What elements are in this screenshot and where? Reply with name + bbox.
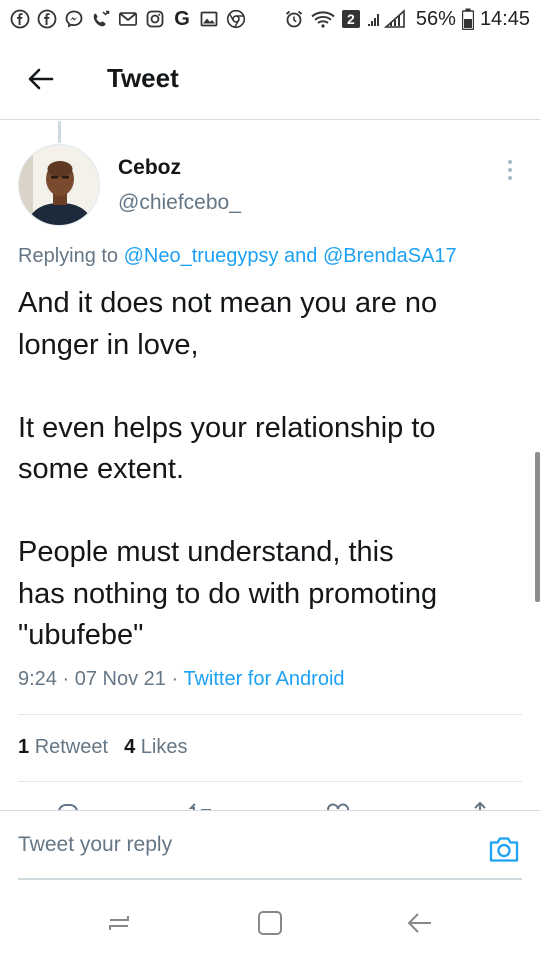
status-bar: G 2 56% 14:45 — [0, 0, 540, 38]
meta-separator: · — [171, 668, 179, 690]
camera-button[interactable] — [488, 834, 520, 864]
camera-icon — [489, 837, 519, 862]
tweet-text-line: It even helps your relationship to — [18, 411, 436, 444]
replying-prefix: Replying to — [18, 245, 119, 267]
home-icon[interactable] — [255, 908, 285, 938]
back-nav-icon[interactable] — [405, 908, 435, 938]
app-header: Tweet — [0, 38, 540, 120]
tweet-meta: 9:24 · 07 Nov 21 · Twitter for Android — [18, 668, 345, 691]
missed-call-icon — [91, 9, 111, 29]
tweet-time: 9:24 — [18, 668, 57, 690]
tweet-text-line: longer in love, — [18, 328, 199, 361]
battery-icon — [461, 8, 474, 30]
chrome-icon — [226, 9, 246, 29]
recent-apps-icon[interactable] — [104, 908, 134, 938]
battery-percent: 56% — [415, 7, 456, 30]
gallery-icon — [199, 9, 219, 29]
tweet-author: Ceboz @chiefcebo_ — [18, 144, 241, 226]
mention-and[interactable]: and — [284, 245, 317, 267]
mention-link[interactable]: @Neo_truegypsy — [124, 245, 279, 267]
facebook-icon — [37, 9, 57, 29]
reply-underline — [18, 878, 522, 880]
reply-bar: Tweet your reply — [0, 810, 540, 880]
page-title: Tweet — [107, 63, 179, 93]
replying-to: Replying to @Neo_truegypsy and @BrendaSA… — [18, 245, 457, 268]
tweet-text-line — [18, 491, 518, 533]
sim-2-badge: 2 — [341, 10, 360, 28]
tweet-text: And it does not mean you are no longer i… — [18, 283, 518, 657]
tweet-stats: 1 Retweet 4 Likes — [18, 736, 187, 759]
more-options-button[interactable] — [500, 160, 520, 180]
divider — [18, 781, 522, 782]
retweet-label: Retweet — [34, 736, 109, 758]
retweets-link[interactable]: 1 Retweet — [18, 736, 108, 758]
display-name[interactable]: Ceboz — [118, 156, 241, 180]
gmail-icon — [118, 9, 138, 29]
system-icons: 2 56% 14:45 — [284, 8, 530, 31]
likes-count: 4 — [124, 736, 136, 758]
likes-link[interactable]: 4 Likes — [124, 736, 187, 758]
tweet-text-line: has nothing to do with promoting — [18, 577, 438, 610]
retweet-count: 1 — [18, 736, 30, 758]
divider — [18, 714, 522, 715]
meta-separator: · — [62, 668, 70, 690]
tweet-text-line: And it does not mean you are no — [18, 287, 438, 319]
notification-icons: G — [10, 7, 246, 30]
tweet-date: 07 Nov 21 — [74, 668, 166, 690]
tweet-text-line — [18, 366, 518, 408]
author-names: Ceboz @chiefcebo_ — [118, 144, 241, 226]
facebook-icon — [10, 9, 30, 29]
back-button[interactable] — [17, 55, 65, 103]
instagram-icon — [145, 9, 165, 29]
signal-icon — [366, 9, 410, 29]
more-vertical-icon — [508, 160, 512, 164]
google-icon: G — [174, 7, 190, 30]
arrow-left-icon — [28, 68, 54, 89]
mention-link[interactable]: @BrendaSA17 — [323, 245, 457, 267]
scrollbar[interactable] — [535, 452, 540, 602]
system-nav-bar — [0, 882, 540, 960]
messenger-icon — [64, 9, 84, 29]
wifi-icon — [310, 9, 336, 29]
tweet-source-link[interactable]: Twitter for Android — [183, 668, 344, 690]
likes-label: Likes — [140, 736, 188, 758]
reply-input[interactable]: Tweet your reply — [18, 833, 172, 857]
tweet-text-line: People must understand, this — [18, 536, 394, 568]
thread-connector — [58, 121, 61, 143]
clock: 14:45 — [479, 7, 530, 30]
tweet-text-line: some extent. — [18, 453, 185, 485]
avatar[interactable] — [18, 144, 100, 226]
user-handle[interactable]: @chiefcebo_ — [118, 191, 241, 215]
tweet-text-line: "ubufebe" — [18, 619, 144, 651]
alarm-icon — [284, 9, 304, 29]
